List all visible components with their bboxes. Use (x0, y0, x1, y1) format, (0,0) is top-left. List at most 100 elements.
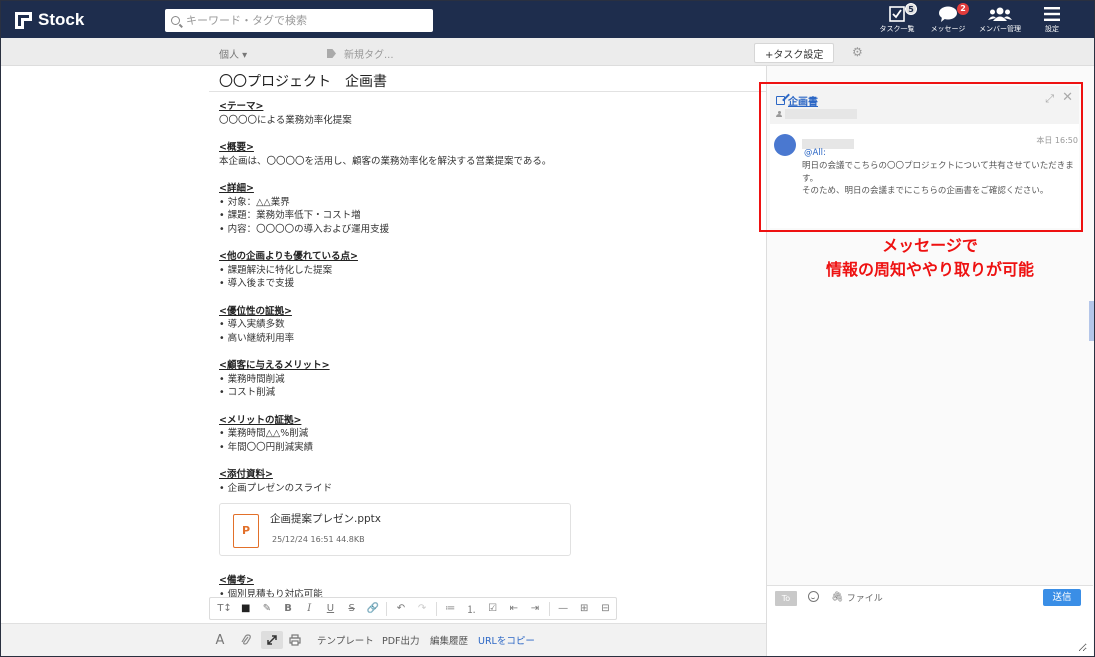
horizontal-rule-icon[interactable]: — (552, 599, 573, 619)
section-heading: <メリットの証拠> (219, 414, 302, 426)
bullet-item: 対象：△△業界 (219, 196, 739, 210)
gear-icon[interactable]: ⚙ (852, 45, 866, 59)
annotation-callout: メッセージで 情報の周知ややり取りが可能 (791, 234, 1069, 282)
bullet-item: 年間〇〇円削減実績 (219, 441, 739, 455)
nav-members[interactable]: メンバー管理 (974, 4, 1026, 36)
bullet-item: 企画プレゼンのスライド (219, 482, 739, 496)
attach-file-button[interactable]: 🖇 ファイル (831, 591, 883, 604)
pdf-export-button[interactable]: PDF出力 (382, 633, 420, 647)
highlight-icon[interactable]: ✎ (256, 599, 277, 619)
format-toolbar: T↕ ■ ✎ B I U S 🔗 ↶ ↷ ≔ ⒈ ☑ ⇤ ⇥ — ⊞ ⊟ (209, 597, 617, 620)
toolbar-divider (435, 601, 437, 616)
toolbar-divider (548, 601, 550, 616)
editor-pane: 〇〇プロジェクト 企画書 <テーマ> 〇〇〇〇による業務効率化提案 <概要> 本… (1, 66, 766, 623)
section-heading: <詳細> (219, 183, 254, 194)
paperclip-icon[interactable] (238, 631, 254, 649)
section-evidence: <優位性の証拠> 導入実績多数 高い継続利用率 (219, 305, 739, 346)
attachment-meta: 25/12/24 16:51 44.8KB (272, 535, 365, 544)
indent-icon[interactable]: ⇥ (524, 599, 545, 619)
collapse-icon[interactable]: ⊟ (595, 599, 616, 619)
chat-bubble-icon (939, 6, 957, 22)
nav-settings[interactable]: 設定 (1026, 4, 1078, 36)
expand-icon[interactable] (261, 631, 283, 649)
nav-messages[interactable]: 2 メッセージ (922, 3, 974, 36)
scrollbar-thumb[interactable] (1089, 301, 1094, 341)
document-body[interactable]: <テーマ> 〇〇〇〇による業務効率化提案 <概要> 本企画は、〇〇〇〇を活用し、… (219, 100, 739, 615)
paperclip-icon: 🖇 (831, 592, 844, 603)
text-color-icon[interactable]: ■ (235, 599, 256, 619)
bullet-item: 導入実績多数 (219, 318, 739, 332)
font-toggle-icon[interactable]: A (213, 631, 227, 649)
print-icon[interactable] (287, 631, 303, 649)
link-icon[interactable]: 🔗 (362, 599, 383, 619)
section-line: 本企画は、〇〇〇〇を活用し、顧客の業務効率化を解決する営業提案である。 (219, 155, 552, 167)
bullet-item: 業務時間削減 (219, 373, 739, 387)
top-bar: Stock 5 タスク一覧 2 メッセージ メンバー管理 (1, 1, 1094, 38)
attachment-name[interactable]: 企画提案プレゼン.pptx (270, 513, 381, 527)
strikethrough-icon[interactable]: S (341, 599, 362, 619)
title-divider (209, 91, 766, 92)
members-icon (988, 7, 1012, 21)
tag-input[interactable]: 新規タグ... (327, 46, 394, 61)
bullet-item: コスト削減 (219, 386, 739, 400)
copy-url-link[interactable]: URLをコピー (478, 633, 535, 647)
bullet-item: 課題解決に特化した提案 (219, 264, 739, 278)
outdent-icon[interactable]: ⇤ (503, 599, 524, 619)
document-title[interactable]: 〇〇プロジェクト 企画書 (219, 71, 387, 91)
app-logo[interactable]: Stock (15, 10, 84, 30)
template-button[interactable]: テンプレート (317, 633, 374, 647)
task-count-badge: 5 (905, 3, 917, 15)
message-composer: To 🖇 ファイル 送信 (767, 585, 1093, 656)
search-input[interactable] (186, 14, 416, 27)
section-heading: <他の企画よりも優れている点> (219, 251, 358, 262)
section-theme: <テーマ> 〇〇〇〇による業務効率化提案 (219, 100, 739, 127)
bulleted-list-icon[interactable]: ≔ (440, 599, 461, 619)
text-size-icon[interactable]: T↕ (214, 599, 235, 619)
message-count-badge: 2 (957, 3, 969, 15)
bullet-item: 業務時間△△%削減 (219, 427, 739, 441)
scope-selector[interactable]: 個人 ▾ (219, 46, 247, 61)
undo-icon[interactable]: ↶ (390, 599, 411, 619)
nav-task-list[interactable]: 5 タスク一覧 (871, 3, 923, 36)
send-button[interactable]: 送信 (1043, 589, 1081, 606)
table-icon[interactable]: ⊞ (574, 599, 595, 619)
callout-line-2: 情報の周知ややり取りが可能 (825, 260, 1034, 279)
bullet-item: 内容：〇〇〇〇の導入および運用支援 (219, 223, 739, 237)
nav-settings-label: 設定 (1045, 25, 1059, 33)
checklist-icon[interactable]: ☑ (482, 599, 503, 619)
app-name: Stock (38, 10, 85, 29)
checkbox-icon (889, 6, 905, 22)
task-setting-button[interactable]: +タスク設定 (754, 43, 835, 63)
italic-icon[interactable]: I (299, 599, 320, 619)
nav-task-list-label: タスク一覧 (879, 25, 915, 33)
bullet-item: 課題：業務効率低下・コスト増 (219, 209, 739, 223)
section-attachments: <添付資料> 企画プレゼンのスライド P 企画提案プレゼン.pptx 25/12… (219, 468, 739, 556)
search-icon (171, 16, 180, 25)
redo-icon[interactable]: ↷ (412, 599, 433, 619)
section-merit-evidence: <メリットの証拠> 業務時間△△%削減 年間〇〇円削減実績 (219, 414, 739, 455)
section-heading: <概要> (219, 142, 254, 153)
numbered-list-icon[interactable]: ⒈ (461, 599, 482, 619)
attachment-card[interactable]: P 企画提案プレゼン.pptx 25/12/24 16:51 44.8KB (219, 503, 571, 556)
nav-messages-label: メッセージ (930, 25, 966, 33)
emoji-icon[interactable] (808, 591, 819, 602)
message-input[interactable] (773, 610, 1087, 652)
app-window: Stock 5 タスク一覧 2 メッセージ メンバー管理 (0, 0, 1095, 657)
underline-icon[interactable]: U (320, 599, 341, 619)
section-line: 〇〇〇〇による業務効率化提案 (219, 114, 352, 126)
section-customer-merits: <顧客に与えるメリット> 業務時間削減 コスト削減 (219, 359, 739, 400)
section-details: <詳細> 対象：△△業界 課題：業務効率低下・コスト増 内容：〇〇〇〇の導入およ… (219, 182, 739, 236)
tag-icon (327, 49, 336, 58)
section-heading: <顧客に与えるメリット> (219, 360, 330, 371)
search-box[interactable] (165, 9, 433, 32)
section-heading: <備考> (219, 575, 254, 586)
bold-icon[interactable]: B (278, 599, 299, 619)
section-heading: <優位性の証拠> (219, 305, 292, 317)
edit-history-button[interactable]: 編集履歴 (430, 633, 468, 647)
bullet-item: 高い継続利用率 (219, 332, 739, 346)
bullet-item: 導入後まで支援 (219, 277, 739, 291)
to-button[interactable]: To (775, 591, 797, 606)
editor-bottom-bar: A テンプレート PDF出力 編集履歴 URLをコピー (1, 623, 766, 656)
highlight-frame (759, 82, 1083, 232)
nav-members-label: メンバー管理 (979, 25, 1021, 33)
